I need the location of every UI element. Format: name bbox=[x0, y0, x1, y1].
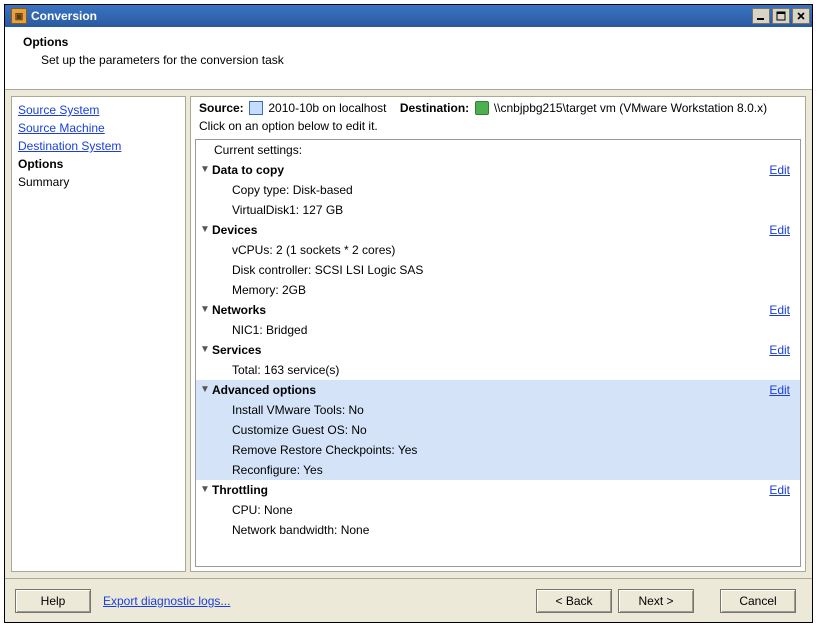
edit-link[interactable]: Edit bbox=[769, 221, 790, 239]
collapse-arrow-icon[interactable]: ▼ bbox=[198, 301, 212, 319]
setting-value: Remove Restore Checkpoints: Yes bbox=[212, 441, 794, 459]
setting-value: Customize Guest OS: No bbox=[212, 421, 794, 439]
setting-value: Reconfigure: Yes bbox=[212, 461, 794, 479]
section-networks[interactable]: ▼NetworksEdit bbox=[196, 300, 800, 320]
setting-item: Remove Restore Checkpoints: Yes bbox=[196, 440, 800, 460]
collapse-arrow-icon[interactable]: ▼ bbox=[198, 381, 212, 399]
nav-summary: Summary bbox=[18, 173, 179, 191]
section-title: Data to copy bbox=[212, 161, 769, 179]
nav-destination-system[interactable]: Destination System bbox=[18, 137, 179, 155]
setting-item: NIC1: Bridged bbox=[196, 320, 800, 340]
setting-value: Copy type: Disk-based bbox=[212, 181, 794, 199]
window-title: Conversion bbox=[31, 9, 750, 23]
header-pane: Options Set up the parameters for the co… bbox=[5, 27, 812, 90]
setting-value: Disk controller: SCSI LSI Logic SAS bbox=[212, 261, 794, 279]
maximize-button[interactable] bbox=[772, 8, 790, 24]
nav-panel: Source System Source Machine Destination… bbox=[11, 96, 186, 572]
setting-value: vCPUs: 2 (1 sockets * 2 cores) bbox=[212, 241, 794, 259]
collapse-arrow-icon[interactable]: ▼ bbox=[198, 161, 212, 179]
destination-vm-icon bbox=[475, 101, 489, 115]
setting-value: Install VMware Tools: No bbox=[212, 401, 794, 419]
source-label: Source: bbox=[199, 101, 244, 115]
setting-value: CPU: None bbox=[212, 501, 794, 519]
setting-item: VirtualDisk1: 127 GB bbox=[196, 200, 800, 220]
section-title: Devices bbox=[212, 221, 769, 239]
settings-box: Current settings: ▼Data to copyEditCopy … bbox=[195, 139, 801, 567]
help-button[interactable]: Help bbox=[15, 589, 91, 613]
collapse-arrow-icon[interactable]: ▼ bbox=[198, 481, 212, 499]
setting-item: Install VMware Tools: No bbox=[196, 400, 800, 420]
section-devices[interactable]: ▼DevicesEdit bbox=[196, 220, 800, 240]
body-pane: Source System Source Machine Destination… bbox=[5, 90, 812, 578]
section-advanced-options[interactable]: ▼Advanced optionsEdit bbox=[196, 380, 800, 400]
edit-link[interactable]: Edit bbox=[769, 161, 790, 179]
edit-link[interactable]: Edit bbox=[769, 301, 790, 319]
export-logs-link[interactable]: Export diagnostic logs... bbox=[103, 594, 230, 608]
destination-value: \\cnbjpbg215\target vm (VMware Workstati… bbox=[494, 101, 767, 115]
setting-item: Copy type: Disk-based bbox=[196, 180, 800, 200]
current-settings-header: Current settings: bbox=[196, 140, 800, 160]
section-title: Networks bbox=[212, 301, 769, 319]
nav-options: Options bbox=[18, 155, 179, 173]
setting-value: Memory: 2GB bbox=[212, 281, 794, 299]
content-panel: Source: 2010-10b on localhost Destinatio… bbox=[190, 96, 806, 572]
source-value: 2010-10b on localhost bbox=[268, 101, 386, 115]
section-title: Throttling bbox=[212, 481, 769, 499]
back-button[interactable]: < Back bbox=[536, 589, 612, 613]
setting-item: Reconfigure: Yes bbox=[196, 460, 800, 480]
next-button[interactable]: Next > bbox=[618, 589, 694, 613]
source-dest-line: Source: 2010-10b on localhost Destinatio… bbox=[195, 99, 801, 117]
nav-source-machine[interactable]: Source Machine bbox=[18, 119, 179, 137]
setting-value: Total: 163 service(s) bbox=[212, 361, 794, 379]
page-title: Options bbox=[19, 35, 798, 49]
footer-pane: Help Export diagnostic logs... < Back Ne… bbox=[5, 578, 812, 622]
section-throttling[interactable]: ▼ThrottlingEdit bbox=[196, 480, 800, 500]
app-icon: ▣ bbox=[11, 8, 27, 24]
collapse-arrow-icon[interactable]: ▼ bbox=[198, 221, 212, 239]
titlebar: ▣ Conversion bbox=[5, 5, 812, 27]
edit-link[interactable]: Edit bbox=[769, 381, 790, 399]
source-computer-icon bbox=[249, 101, 263, 115]
conversion-window: ▣ Conversion Options Set up the paramete… bbox=[4, 4, 813, 623]
section-title: Services bbox=[212, 341, 769, 359]
edit-link[interactable]: Edit bbox=[769, 481, 790, 499]
cancel-button[interactable]: Cancel bbox=[720, 589, 796, 613]
sub-hint: Click on an option below to edit it. bbox=[195, 117, 801, 139]
section-title: Advanced options bbox=[212, 381, 769, 399]
edit-link[interactable]: Edit bbox=[769, 341, 790, 359]
setting-item: Disk controller: SCSI LSI Logic SAS bbox=[196, 260, 800, 280]
collapse-arrow-icon[interactable]: ▼ bbox=[198, 341, 212, 359]
setting-item: Network bandwidth: None bbox=[196, 520, 800, 540]
minimize-button[interactable] bbox=[752, 8, 770, 24]
setting-value: VirtualDisk1: 127 GB bbox=[212, 201, 794, 219]
page-subtitle: Set up the parameters for the conversion… bbox=[19, 53, 798, 67]
section-services[interactable]: ▼ServicesEdit bbox=[196, 340, 800, 360]
setting-item: Customize Guest OS: No bbox=[196, 420, 800, 440]
close-button[interactable] bbox=[792, 8, 810, 24]
destination-label: Destination: bbox=[400, 101, 469, 115]
nav-source-system[interactable]: Source System bbox=[18, 101, 179, 119]
setting-item: Total: 163 service(s) bbox=[196, 360, 800, 380]
section-data-to-copy[interactable]: ▼Data to copyEdit bbox=[196, 160, 800, 180]
setting-item: vCPUs: 2 (1 sockets * 2 cores) bbox=[196, 240, 800, 260]
setting-value: Network bandwidth: None bbox=[212, 521, 794, 539]
window-controls bbox=[750, 8, 810, 24]
setting-item: Memory: 2GB bbox=[196, 280, 800, 300]
setting-value: NIC1: Bridged bbox=[212, 321, 794, 339]
setting-item: CPU: None bbox=[196, 500, 800, 520]
